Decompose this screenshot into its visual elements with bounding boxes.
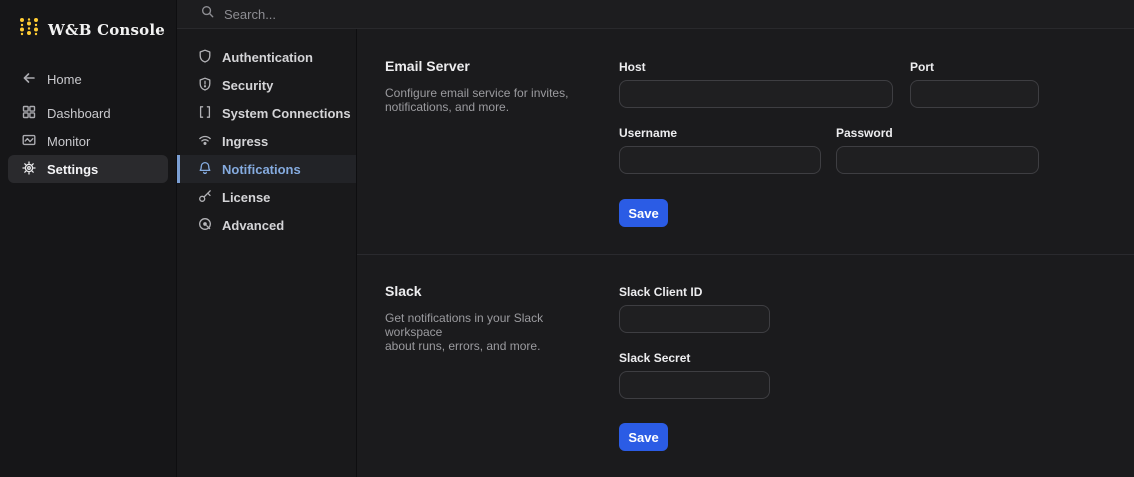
app-title: W&B Console: [48, 20, 166, 39]
username-label: Username: [619, 126, 678, 140]
wandb-logo-icon: [18, 16, 40, 43]
sidebar-item-settings[interactable]: Settings: [8, 155, 168, 183]
port-field-group: Port: [910, 60, 1039, 108]
slack-section: Slack Get notifications in your Slack wo…: [357, 254, 1134, 477]
sidebar-item-label: Dashboard: [47, 105, 111, 121]
slack-secret-label: Slack Secret: [619, 351, 691, 365]
port-input[interactable]: [910, 80, 1039, 108]
host-field-group: Host: [619, 60, 893, 108]
settings-nav-notifications[interactable]: Notifications: [177, 155, 356, 183]
advanced-icon: [198, 217, 212, 234]
slack-client-id-input[interactable]: [619, 305, 770, 333]
search-icon: [201, 5, 214, 23]
slack-secret-input[interactable]: [619, 371, 770, 399]
settings-nav-license[interactable]: License: [177, 183, 356, 211]
password-input[interactable]: [836, 146, 1039, 174]
main-nav: Home Dashboard Monitor Settings: [0, 65, 176, 183]
sidebar-item-label: Settings: [47, 161, 99, 177]
email-server-section: Email Server Configure email service for…: [357, 30, 1134, 254]
settings-content: Email Server Configure email service for…: [357, 30, 1134, 477]
shield-alert-icon: [198, 77, 212, 94]
email-server-form: Host Port Username Password Save: [619, 58, 1039, 254]
section-title: Email Server: [385, 58, 470, 74]
arrow-left-icon: [22, 71, 36, 88]
section-description: Get notifications in your Slack workspac…: [385, 311, 544, 353]
host-label: Host: [619, 60, 646, 74]
search-placeholder: Search...: [224, 6, 277, 22]
key-icon: [198, 189, 212, 206]
brackets-icon: [198, 105, 212, 122]
settings-nav-label: Authentication: [222, 49, 313, 65]
host-input[interactable]: [619, 80, 893, 108]
slack-save-button[interactable]: Save: [619, 423, 668, 451]
slack-secret-field-group: Slack Secret: [619, 351, 770, 399]
settings-nav-security[interactable]: Security: [177, 71, 356, 99]
settings-nav-ingress[interactable]: Ingress: [177, 127, 356, 155]
port-label: Port: [910, 60, 934, 74]
slack-client-id-field-group: Slack Client ID: [619, 285, 770, 333]
main-sidebar: W&B Console Home Dashboard Monitor Setti…: [0, 0, 177, 477]
slack-form: Slack Client ID Slack Secret Save: [619, 283, 770, 477]
settings-nav-label: Notifications: [222, 161, 301, 177]
password-label: Password: [836, 126, 893, 140]
settings-nav-system-connections[interactable]: System Connections: [177, 99, 356, 127]
slack-info: Slack Get notifications in your Slack wo…: [385, 283, 619, 477]
bell-icon: [198, 161, 212, 178]
settings-nav-advanced[interactable]: Advanced: [177, 211, 356, 239]
settings-nav-label: License: [222, 189, 271, 205]
sidebar-item-label: Home: [47, 71, 82, 87]
search-input[interactable]: Search...: [177, 0, 1134, 29]
slack-client-id-label: Slack Client ID: [619, 285, 703, 299]
username-field-group: Username: [619, 126, 821, 174]
password-field-group: Password: [836, 126, 1039, 174]
sidebar-item-dashboard[interactable]: Dashboard: [8, 99, 168, 127]
settings-nav-label: Security: [222, 77, 274, 93]
dashboard-icon: [22, 105, 36, 122]
shield-icon: [198, 49, 212, 66]
wifi-icon: [198, 133, 212, 150]
sidebar-item-monitor[interactable]: Monitor: [8, 127, 168, 155]
monitor-icon: [22, 133, 36, 150]
settings-nav-label: Ingress: [222, 133, 269, 149]
section-title: Slack: [385, 283, 422, 299]
email-server-info: Email Server Configure email service for…: [385, 58, 619, 254]
settings-nav-label: Advanced: [222, 217, 285, 233]
sidebar-item-label: Monitor: [47, 133, 91, 149]
app-logo: W&B Console: [0, 0, 176, 43]
sidebar-item-home[interactable]: Home: [8, 65, 168, 93]
gear-icon: [22, 160, 36, 178]
settings-nav-label: System Connections: [222, 105, 351, 121]
settings-nav-authentication[interactable]: Authentication: [177, 43, 356, 71]
section-description: Configure email service for invites, not…: [385, 86, 569, 114]
email-server-save-button[interactable]: Save: [619, 199, 668, 227]
username-input[interactable]: [619, 146, 821, 174]
settings-nav: Authentication Security System Connectio…: [177, 29, 357, 477]
